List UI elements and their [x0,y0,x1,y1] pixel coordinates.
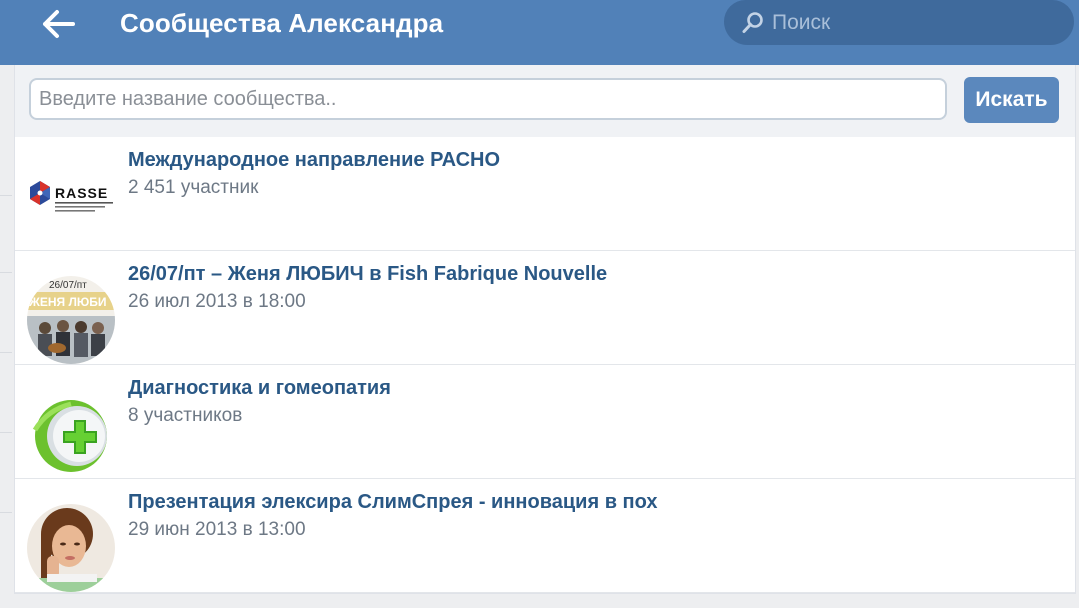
edge-divider [0,195,12,196]
edge-divider [0,512,12,513]
woman-portrait-photo[interactable] [27,504,115,592]
communities-panel: Искать RASSE Ме [14,65,1076,594]
event-date: 26 июл 2013 в 18:00 [128,291,306,312]
back-button[interactable] [30,6,88,42]
edge-divider [0,272,12,273]
top-bar: Сообщества Александра Поиск [0,0,1079,65]
concert-poster-photo[interactable]: 26/07/пт ЖЕНЯ ЛЮБИ [27,276,115,364]
list-item[interactable]: 26/07/пт ЖЕНЯ ЛЮБИ 26/07/пт – Женя ЛЮБИЧ… [15,251,1075,365]
list-item[interactable]: RASSE Международное направление РАСНО 2 … [15,137,1075,251]
global-search[interactable]: Поиск [724,0,1074,45]
rasse-logo[interactable]: RASSE [27,151,115,239]
community-title[interactable]: Диагностика и гомеопатия [128,375,391,401]
event-date: 29 июн 2013 в 13:00 [128,519,306,540]
community-title[interactable]: Презентация элексира СлимСпрея - инновац… [128,489,657,515]
search-button[interactable]: Искать [964,77,1059,123]
list-item[interactable]: Диагностика и гомеопатия 8 участников [15,365,1075,479]
community-title[interactable]: 26/07/пт – Женя ЛЮБИЧ в Fish Fabrique No… [128,261,607,287]
edge-divider [0,352,12,353]
community-search-input[interactable] [29,78,947,120]
svg-text:RASSE: RASSE [55,185,108,201]
arrow-left-icon [43,10,75,38]
svg-text:26/07/пт: 26/07/пт [49,280,87,291]
community-title[interactable]: Международное направление РАСНО [128,147,500,173]
community-list: RASSE Международное направление РАСНО 2 … [15,137,1075,593]
page-title: Сообщества Александра [120,8,444,38]
magnifier-icon [740,10,766,36]
community-search-bar: Искать [15,65,1075,138]
green-cross-icon[interactable] [27,390,115,478]
community-members: 2 451 участник [128,177,259,198]
global-search-placeholder: Поиск [772,10,831,34]
svg-text:ЖЕНЯ ЛЮБИ: ЖЕНЯ ЛЮБИ [28,295,107,309]
edge-divider [0,432,12,433]
community-members: 8 участников [128,405,243,426]
list-item[interactable]: Презентация элексира СлимСпрея - инновац… [15,479,1075,593]
